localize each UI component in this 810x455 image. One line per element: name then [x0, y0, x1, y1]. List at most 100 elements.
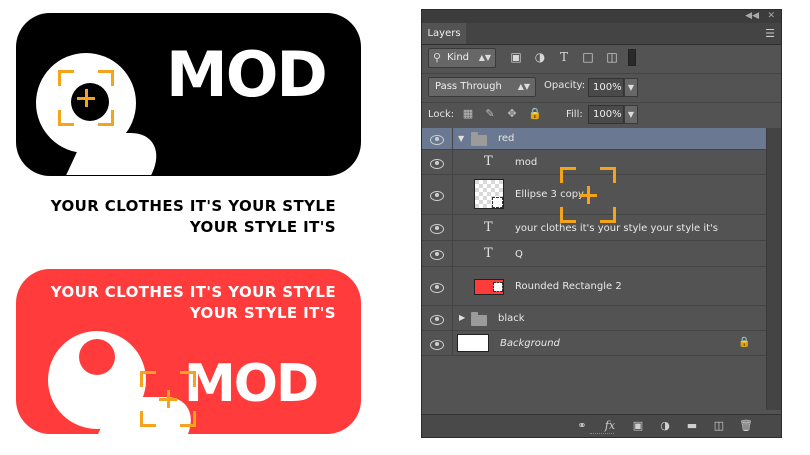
chevron-updown-icon: ▲▼ — [478, 53, 491, 62]
row-divider — [452, 331, 453, 355]
type-filter-icon[interactable]: T — [557, 50, 571, 64]
link-layers-icon[interactable]: ⚭ — [575, 419, 589, 433]
filter-toggle-switch[interactable] — [628, 49, 636, 66]
row-divider — [452, 215, 453, 240]
tagline-line2: YOUR STYLE IT'S — [189, 218, 336, 236]
tagline-line2: YOUR STYLE IT'S — [189, 304, 336, 322]
vector-mask-icon — [493, 282, 503, 292]
trash-icon[interactable]: 🗑 — [739, 419, 753, 433]
double-chevron-left-icon[interactable]: ◀◀ — [745, 10, 759, 23]
tagline-line1: YOUR CLOTHES IT'S YOUR STYLE — [50, 283, 336, 301]
lock-image-icon[interactable]: ✎ — [484, 108, 496, 120]
folder-icon — [471, 132, 487, 146]
close-icon[interactable]: ✕ — [767, 10, 775, 23]
eye-icon[interactable] — [430, 282, 444, 293]
adjustment-filter-icon[interactable]: ◑ — [533, 50, 547, 64]
brand-text: MOD — [166, 38, 328, 111]
eye-icon[interactable] — [430, 223, 444, 234]
layer-name: Q — [515, 249, 523, 260]
new-layer-icon[interactable]: ◫ — [712, 419, 726, 433]
row-divider — [452, 150, 453, 174]
new-group-icon[interactable]: ▬ — [685, 419, 699, 433]
layer-name: black — [498, 313, 525, 324]
kind-filter-label: Kind — [447, 52, 470, 63]
tagline-red: YOUR CLOTHES IT'S YOUR STYLE YOUR STYLE … — [26, 282, 336, 324]
fx-icon[interactable]: fx — [603, 419, 617, 433]
type-layer-icon: T — [484, 220, 493, 235]
crosshair-icon — [159, 390, 177, 408]
search-icon: ⚲ — [433, 51, 442, 64]
row-divider — [452, 267, 453, 305]
opacity-label: Opacity: — [544, 80, 586, 91]
brand-text: MOD — [184, 354, 319, 414]
smart-object-filter-icon[interactable]: ◫ — [605, 50, 619, 64]
layer-thumbnail — [457, 334, 489, 352]
layer-row-background[interactable]: Background 🔒 — [422, 331, 767, 356]
selection-marquee — [58, 70, 114, 126]
opacity-dropdown-button[interactable]: ▼ — [624, 78, 638, 97]
eye-icon[interactable] — [430, 134, 444, 145]
row-divider — [452, 128, 453, 149]
layer-row-tagline[interactable]: T your clothes it's your style your styl… — [422, 215, 767, 241]
fill-label: Fill: — [566, 109, 583, 120]
fill-input[interactable]: 100% — [588, 105, 624, 124]
logo-red-artwork: YOUR CLOTHES IT'S YOUR STYLE YOUR STYLE … — [16, 269, 361, 434]
eye-icon[interactable] — [430, 339, 444, 350]
kind-filter-select[interactable]: ⚲ Kind ▲▼ — [428, 48, 496, 68]
layer-row-ellipse-3-copy[interactable]: Ellipse 3 copy — [422, 167, 767, 223]
panel-bottom-bar: ⚭ fx ▣ ◑ ▬ ◫ 🗑 — [422, 414, 781, 437]
layer-name: your clothes it's your style your style … — [515, 223, 718, 234]
lock-position-icon[interactable]: ✥ — [506, 108, 518, 120]
type-layer-icon: T — [484, 154, 493, 169]
eye-icon[interactable] — [430, 314, 444, 325]
chevron-right-icon[interactable]: ▶ — [459, 313, 465, 322]
fill-dropdown-button[interactable]: ▼ — [624, 105, 638, 124]
pixel-filter-icon[interactable]: ▣ — [509, 50, 523, 64]
add-mask-icon[interactable]: ▣ — [631, 419, 645, 433]
eye-icon[interactable] — [430, 158, 444, 169]
layer-name: mod — [515, 157, 538, 168]
layer-row-group-red[interactable]: ▼ red — [422, 128, 767, 150]
lock-icon: 🔒 — [738, 337, 751, 348]
eye-icon[interactable] — [430, 190, 444, 201]
row-divider — [452, 241, 453, 266]
layer-name: Background — [500, 338, 560, 349]
tab-layers[interactable]: Layers — [422, 23, 466, 44]
eye-icon[interactable] — [430, 249, 444, 260]
blend-mode-select[interactable]: Pass Through ▲▼ — [428, 77, 536, 97]
panel-menu-icon[interactable]: ☰ — [765, 23, 775, 44]
panel-titlebar[interactable]: ◀◀ ✕ — [422, 10, 781, 23]
blend-mode-value: Pass Through — [435, 81, 502, 92]
layers-list: ▼ red T mod Ellipse 3 copy T your clothe… — [422, 128, 781, 410]
row-divider — [452, 175, 453, 214]
resize-grip[interactable] — [590, 433, 614, 437]
filter-row: ⚲ Kind ▲▼ ▣ ◑ T □ ◫ — [422, 45, 781, 74]
folder-icon — [471, 312, 487, 326]
adjustment-layer-icon[interactable]: ◑ — [658, 419, 672, 433]
layer-name: red — [498, 133, 515, 144]
selection-marquee — [140, 371, 196, 427]
logo-black-artwork: MOD — [16, 13, 361, 176]
type-layer-icon: T — [484, 246, 493, 261]
lock-row: Lock: ▦ ✎ ✥ 🔒 Fill: 100% ▼ — [422, 102, 781, 129]
tagline-black: YOUR CLOTHES IT'S YOUR STYLE YOUR STYLE … — [16, 196, 336, 238]
panel-tabbar: Layers ☰ — [422, 23, 781, 45]
layer-name: Rounded Rectangle 2 — [515, 281, 622, 292]
layer-row-group-black[interactable]: ▶ black — [422, 306, 767, 331]
q-mark-tail — [66, 133, 171, 175]
blend-row: Pass Through ▲▼ Opacity: 100% ▼ — [422, 73, 781, 103]
chevron-down-icon[interactable]: ▼ — [458, 134, 464, 143]
vector-mask-icon — [492, 197, 503, 208]
crosshair-icon — [579, 186, 597, 204]
shape-filter-icon[interactable]: □ — [581, 50, 595, 64]
layer-row-rounded-rectangle-2[interactable]: Rounded Rectangle 2 — [422, 267, 767, 306]
chevron-updown-icon: ▲▼ — [517, 82, 530, 91]
crosshair-icon — [77, 89, 95, 107]
opacity-input[interactable]: 100% — [588, 78, 624, 97]
lock-transparent-icon[interactable]: ▦ — [462, 108, 474, 120]
layers-scrollbar[interactable] — [766, 128, 781, 410]
layer-row-q[interactable]: T Q — [422, 241, 767, 267]
row-divider — [452, 306, 453, 330]
lock-all-icon[interactable]: 🔒 — [528, 108, 542, 120]
layers-panel: ◀◀ ✕ Layers ☰ ⚲ Kind ▲▼ ▣ ◑ T □ ◫ Pass T… — [421, 9, 782, 438]
